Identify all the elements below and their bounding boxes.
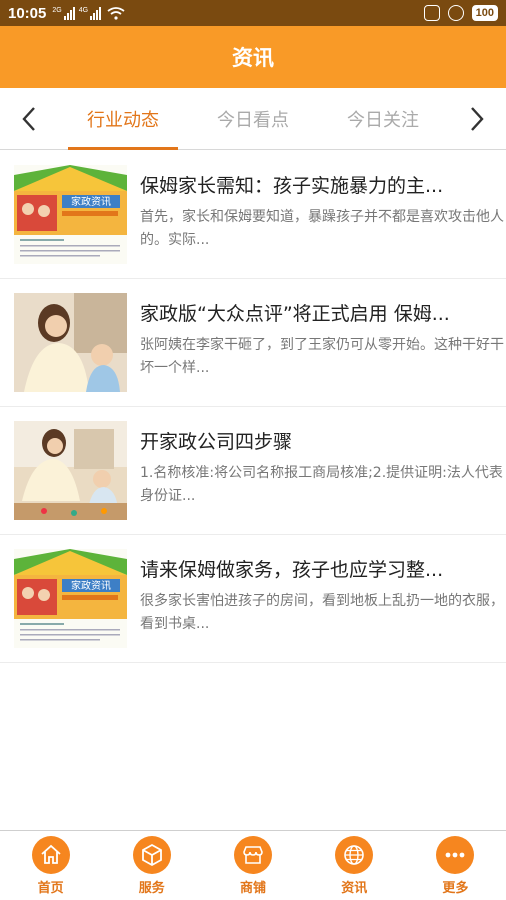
battery-icon: 100 (471, 5, 498, 21)
nfc-icon (423, 5, 440, 21)
article-title: 家政版“大众点评”将正式启用 保姆... (140, 303, 450, 325)
tab-industry-news[interactable]: 行业动态 (58, 88, 188, 150)
tab-today-focus[interactable]: 今日关注 (318, 88, 448, 150)
list-item[interactable]: 家政版“大众点评”将正式启用 保姆... 张阿姨在李家干砸了，到了王家仍可从零开… (0, 279, 506, 407)
status-bar: 10:05 2G 4G 100 (0, 0, 506, 26)
article-thumbnail: 家政资讯 (14, 165, 127, 264)
chevron-left-icon[interactable] (0, 88, 58, 150)
article-thumbnail: 家政资讯 (14, 549, 127, 648)
bottom-nav: 首页 服务 商铺 资讯 更多 (0, 830, 506, 900)
nav-more[interactable]: 更多 (405, 831, 506, 900)
nav-label: 商铺 (240, 881, 267, 896)
article-title: 保姆家长需知：孩子实施暴力的主... (140, 175, 444, 197)
article-thumbnail (14, 421, 127, 520)
nav-news[interactable]: 资讯 (304, 831, 405, 900)
article-summary: 很多家长害怕进孩子的房间，看到地板上乱扔一地的衣服，看到书桌... (140, 593, 504, 632)
page-title: 资讯 (232, 46, 274, 70)
nav-services[interactable]: 服务 (101, 831, 202, 900)
nav-shops[interactable]: 商铺 (202, 831, 303, 900)
svg-text:家政资讯: 家政资讯 (71, 195, 111, 208)
tab-today-highlights[interactable]: 今日看点 (188, 88, 318, 150)
svg-text:家政资讯: 家政资讯 (71, 579, 111, 592)
nav-label: 更多 (442, 881, 469, 896)
signal-icon: 4G (79, 6, 102, 20)
article-thumbnail (14, 293, 127, 392)
wifi-icon (107, 6, 125, 20)
article-list: 家政资讯 保姆家长需知：孩子实施暴力的主... 首先，家长和保姆要知道，暴躁孩子… (0, 151, 506, 663)
article-summary: 1.名称核准:将公司名称报工商局核准;2.提供证明:法人代表身份证... (140, 465, 503, 504)
tab-bar: 行业动态 今日看点 今日关注 (0, 88, 506, 150)
lock-icon (447, 5, 464, 21)
header: 资讯 (0, 26, 506, 88)
nav-label: 首页 (37, 881, 64, 896)
nav-home[interactable]: 首页 (0, 831, 101, 900)
article-summary: 首先，家长和保姆要知道，暴躁孩子并不都是喜欢攻击他人的。实际... (140, 209, 504, 248)
store-icon (234, 836, 272, 874)
globe-icon (335, 836, 374, 874)
article-title: 请来保姆做家务，孩子也应学习整... (140, 559, 444, 581)
article-summary: 张阿姨在李家干砸了，到了王家仍可从零开始。这种干好干坏一个样... (140, 337, 504, 376)
home-icon (31, 836, 70, 874)
list-item[interactable]: 家政资讯 请来保姆做家务，孩子也应学习整... 很多家长害怕进孩子的房间，看到地… (0, 535, 506, 663)
chevron-right-icon[interactable] (448, 88, 506, 150)
status-time: 10:05 (8, 4, 47, 22)
list-item[interactable]: 家政资讯 保姆家长需知：孩子实施暴力的主... 首先，家长和保姆要知道，暴躁孩子… (0, 151, 506, 279)
list-item[interactable]: 开家政公司四步骤 1.名称核准:将公司名称报工商局核准;2.提供证明:法人代表身… (0, 407, 506, 535)
signal-icon: 2G (52, 6, 75, 20)
box-icon (132, 836, 171, 874)
more-icon (436, 836, 475, 874)
nav-label: 服务 (138, 881, 165, 896)
article-title: 开家政公司四步骤 (140, 431, 293, 453)
nav-label: 资讯 (341, 881, 368, 896)
